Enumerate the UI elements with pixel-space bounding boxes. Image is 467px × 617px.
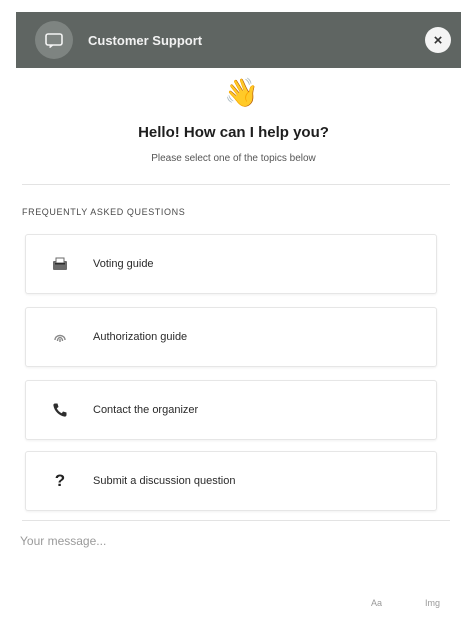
fingerprint-icon	[50, 330, 70, 344]
faq-item-contact-organizer[interactable]: Contact the organizer	[25, 380, 437, 440]
ballot-icon	[50, 257, 70, 271]
faq-item-authorization-guide[interactable]: Authorization guide	[25, 307, 437, 367]
close-button[interactable]: ×	[425, 27, 451, 53]
attach-image-button[interactable]: Img	[425, 598, 440, 608]
divider	[22, 520, 450, 521]
faq-item-label: Authorization guide	[93, 331, 188, 343]
format-text-button[interactable]: Aa	[371, 598, 382, 608]
faq-item-voting-guide[interactable]: Voting guide	[25, 234, 437, 294]
greeting-heading: Hello! How can I help you?	[138, 124, 329, 141]
wave-hand-icon: 👋	[224, 77, 259, 108]
greeting-subtitle: Please select one of the topics below	[151, 153, 316, 164]
faq-heading: FREQUENTLY ASKED QUESTIONS	[22, 207, 186, 217]
header-title: Customer Support	[88, 32, 203, 48]
faq-item-label: Voting guide	[93, 258, 154, 270]
close-icon: ×	[433, 31, 443, 49]
chat-bubble-icon	[35, 21, 73, 59]
faq-item-submit-question[interactable]: ? Submit a discussion question	[25, 451, 437, 511]
phone-icon	[50, 402, 70, 418]
divider	[22, 184, 450, 185]
faq-item-label: Contact the organizer	[93, 404, 199, 416]
chat-header: Customer Support ×	[16, 12, 461, 68]
question-mark-icon: ?	[54, 471, 66, 490]
faq-item-label: Submit a discussion question	[93, 475, 236, 487]
message-input[interactable]	[20, 534, 320, 548]
